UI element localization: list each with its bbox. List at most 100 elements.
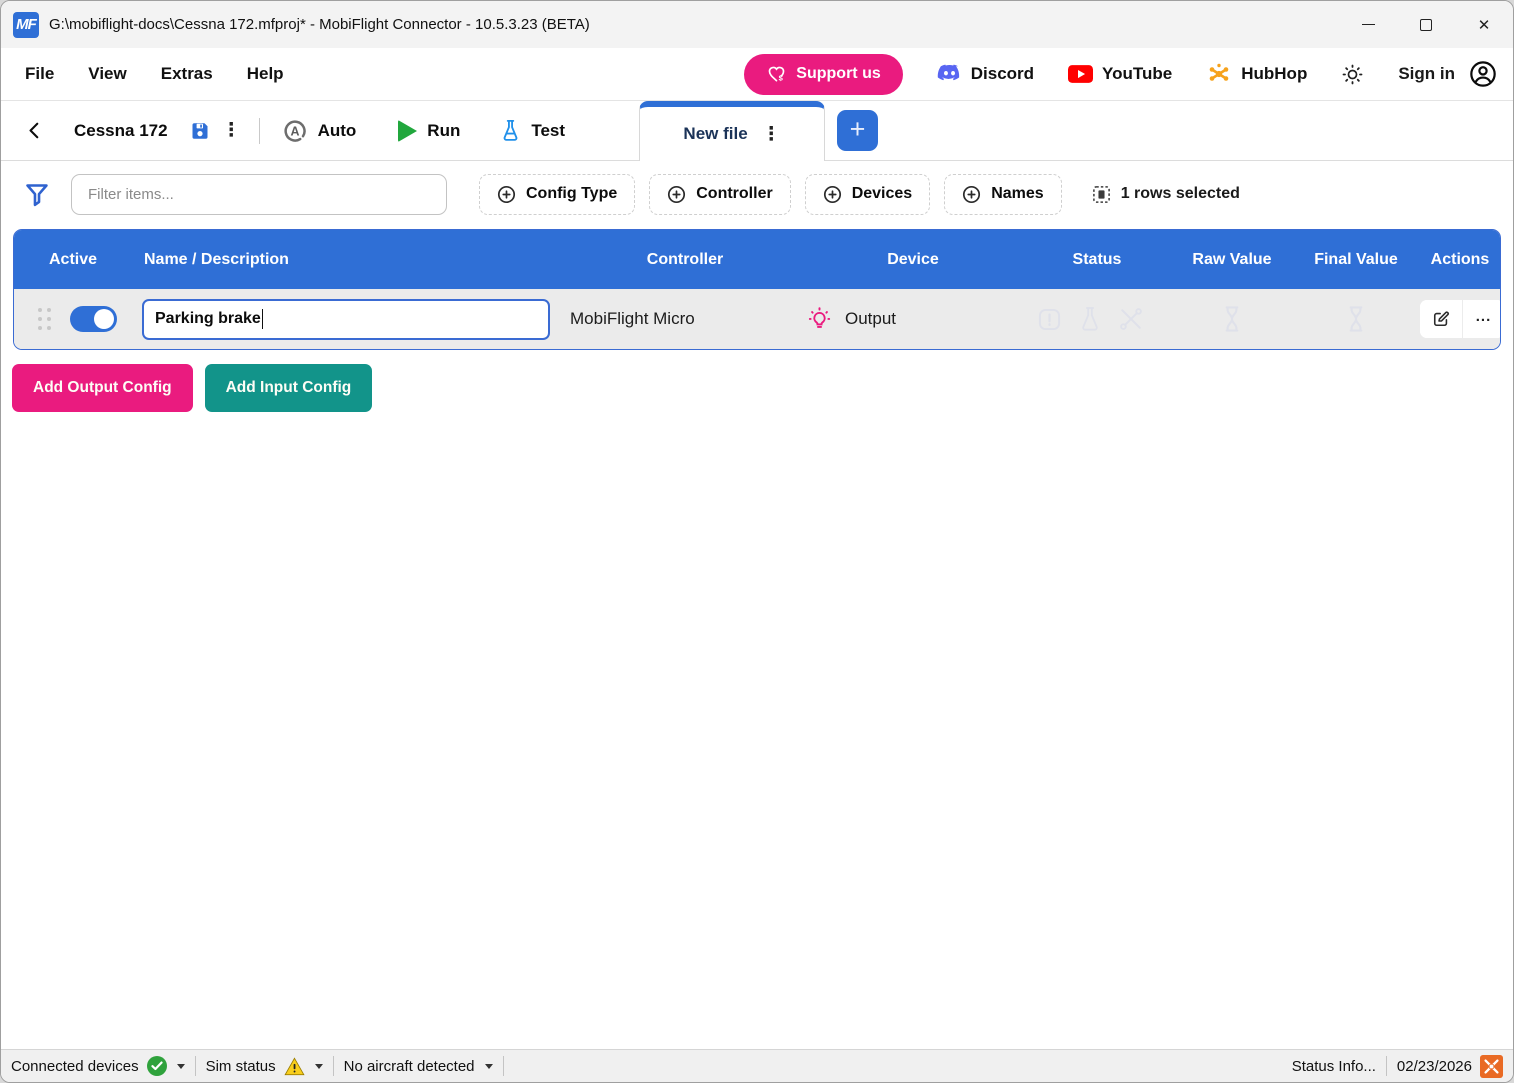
run-button[interactable]: Run bbox=[384, 120, 474, 142]
hubhop-label: HubHop bbox=[1241, 64, 1307, 84]
connected-check-icon bbox=[147, 1056, 167, 1076]
circle-plus-icon bbox=[823, 185, 842, 204]
filter-devices-label: Devices bbox=[852, 185, 913, 203]
menu-bar: File View Extras Help $ Support us Disco… bbox=[1, 48, 1513, 101]
hubhop-icon bbox=[1206, 62, 1232, 86]
window-controls: ✕ bbox=[1339, 1, 1513, 48]
menu-right-group: $ Support us Discord YouTube H bbox=[744, 54, 1497, 95]
circle-plus-icon bbox=[667, 185, 686, 204]
filter-devices-button[interactable]: Devices bbox=[805, 174, 931, 215]
filter-items-input[interactable] bbox=[71, 174, 447, 215]
cell-controller: MobiFlight Micro bbox=[566, 309, 804, 329]
device-label: Output bbox=[845, 309, 896, 329]
project-kebab-menu[interactable]: ⋮ bbox=[212, 119, 251, 142]
drag-handle-icon[interactable] bbox=[38, 308, 52, 331]
output-bulb-icon bbox=[806, 306, 833, 333]
connected-devices-label: Connected devices bbox=[11, 1058, 139, 1075]
filter-config-type-label: Config Type bbox=[526, 185, 617, 203]
youtube-label: YouTube bbox=[1102, 64, 1172, 84]
toolbar-divider bbox=[259, 118, 260, 144]
filter-controller-button[interactable]: Controller bbox=[649, 174, 790, 215]
menu-file[interactable]: File bbox=[25, 64, 54, 84]
filter-config-type-button[interactable]: Config Type bbox=[479, 174, 635, 215]
status-info-label: Status Info... bbox=[1292, 1058, 1376, 1075]
support-us-button[interactable]: $ Support us bbox=[744, 54, 902, 95]
config-table: Active Name / Description Controller Dev… bbox=[13, 229, 1501, 350]
raw-value-pending-icon bbox=[1218, 304, 1246, 334]
chevron-down-icon bbox=[177, 1064, 185, 1069]
youtube-icon bbox=[1068, 65, 1093, 83]
theme-toggle-icon[interactable] bbox=[1341, 63, 1364, 86]
aircraft-status[interactable]: No aircraft detected bbox=[334, 1058, 503, 1075]
tab-new-file[interactable]: New file ⋮ bbox=[639, 101, 825, 161]
rows-selected-label: 1 rows selected bbox=[1121, 185, 1240, 203]
heart-dollar-icon: $ bbox=[766, 64, 787, 84]
close-icon: ✕ bbox=[1478, 16, 1491, 34]
svg-text:A: A bbox=[290, 124, 299, 138]
sign-in-button[interactable]: Sign in bbox=[1398, 60, 1497, 88]
chevron-down-icon bbox=[315, 1064, 323, 1069]
toolbar: Cessna 172 ⋮ A Auto Run Test bbox=[1, 101, 1513, 161]
auto-icon: A bbox=[282, 118, 308, 144]
filter-names-button[interactable]: Names bbox=[944, 174, 1061, 215]
table-header-row: Active Name / Description Controller Dev… bbox=[14, 230, 1500, 289]
sim-status[interactable]: Sim status bbox=[196, 1057, 333, 1076]
connected-devices-status[interactable]: Connected devices bbox=[11, 1056, 195, 1076]
tab-label: New file bbox=[683, 124, 747, 144]
add-input-config-button[interactable]: Add Input Config bbox=[205, 364, 373, 412]
menu-extras[interactable]: Extras bbox=[161, 64, 213, 84]
maximize-button[interactable] bbox=[1397, 1, 1455, 48]
date-indicator: 02/23/2026 bbox=[1387, 1055, 1507, 1078]
rows-selected-indicator: 1 rows selected bbox=[1092, 185, 1240, 204]
table-row[interactable]: Parking brake MobiFlight Micro Output bbox=[14, 289, 1500, 349]
hubhop-link[interactable]: HubHop bbox=[1206, 62, 1307, 86]
auto-button[interactable]: A Auto bbox=[268, 118, 371, 144]
auto-label: Auto bbox=[318, 121, 357, 141]
status-test-icon bbox=[1078, 306, 1102, 332]
add-config-row: Add Output Config Add Input Config bbox=[1, 350, 1513, 426]
date-label: 02/23/2026 bbox=[1397, 1058, 1472, 1075]
status-info-link[interactable]: Status Info... bbox=[1282, 1058, 1386, 1075]
cell-status bbox=[1022, 305, 1172, 333]
cell-name: Parking brake bbox=[142, 299, 566, 340]
test-button[interactable]: Test bbox=[486, 119, 579, 142]
project-name[interactable]: Cessna 172 bbox=[50, 121, 188, 141]
filter-names-label: Names bbox=[991, 185, 1043, 203]
col-header-active: Active bbox=[14, 251, 142, 269]
discord-link[interactable]: Discord bbox=[937, 64, 1034, 84]
close-button[interactable]: ✕ bbox=[1455, 1, 1513, 48]
minimize-icon bbox=[1362, 24, 1375, 25]
edit-pencil-icon bbox=[1431, 309, 1451, 329]
menu-help[interactable]: Help bbox=[247, 64, 284, 84]
row-more-button[interactable]: ... bbox=[1462, 300, 1501, 338]
add-output-config-button[interactable]: Add Output Config bbox=[12, 364, 193, 412]
filter-bar: Config Type Controller Devices Names 1 r… bbox=[1, 161, 1513, 227]
active-toggle[interactable] bbox=[70, 306, 117, 332]
user-avatar-icon bbox=[1469, 60, 1497, 88]
filter-controller-label: Controller bbox=[696, 185, 772, 203]
minimize-button[interactable] bbox=[1339, 1, 1397, 48]
tab-kebab-menu[interactable]: ⋮ bbox=[762, 123, 781, 146]
name-input[interactable]: Parking brake bbox=[142, 299, 550, 340]
cell-active bbox=[14, 306, 142, 332]
statusbar-divider bbox=[503, 1056, 504, 1076]
col-header-controller: Controller bbox=[566, 251, 804, 269]
youtube-link[interactable]: YouTube bbox=[1068, 64, 1172, 84]
col-header-final-value: Final Value bbox=[1292, 251, 1420, 269]
sim-warning-icon bbox=[284, 1057, 305, 1076]
row-action-group: ... bbox=[1420, 300, 1501, 338]
status-bar: Connected devices Sim status No aircraft… bbox=[1, 1049, 1513, 1082]
add-tab-button[interactable]: + bbox=[837, 110, 878, 151]
title-bar: MF G:\mobiflight-docs\Cessna 172.mfproj*… bbox=[1, 1, 1513, 48]
maximize-icon bbox=[1420, 19, 1432, 31]
back-button[interactable] bbox=[19, 121, 50, 140]
circle-plus-icon bbox=[962, 185, 981, 204]
menu-view[interactable]: View bbox=[88, 64, 126, 84]
save-icon[interactable] bbox=[188, 119, 212, 143]
edit-row-button[interactable] bbox=[1420, 300, 1462, 338]
name-input-value: Parking brake bbox=[155, 310, 261, 328]
circle-plus-icon bbox=[497, 185, 516, 204]
aircraft-status-label: No aircraft detected bbox=[344, 1058, 475, 1075]
col-header-actions: Actions bbox=[1420, 251, 1500, 269]
col-header-device: Device bbox=[804, 251, 1022, 269]
